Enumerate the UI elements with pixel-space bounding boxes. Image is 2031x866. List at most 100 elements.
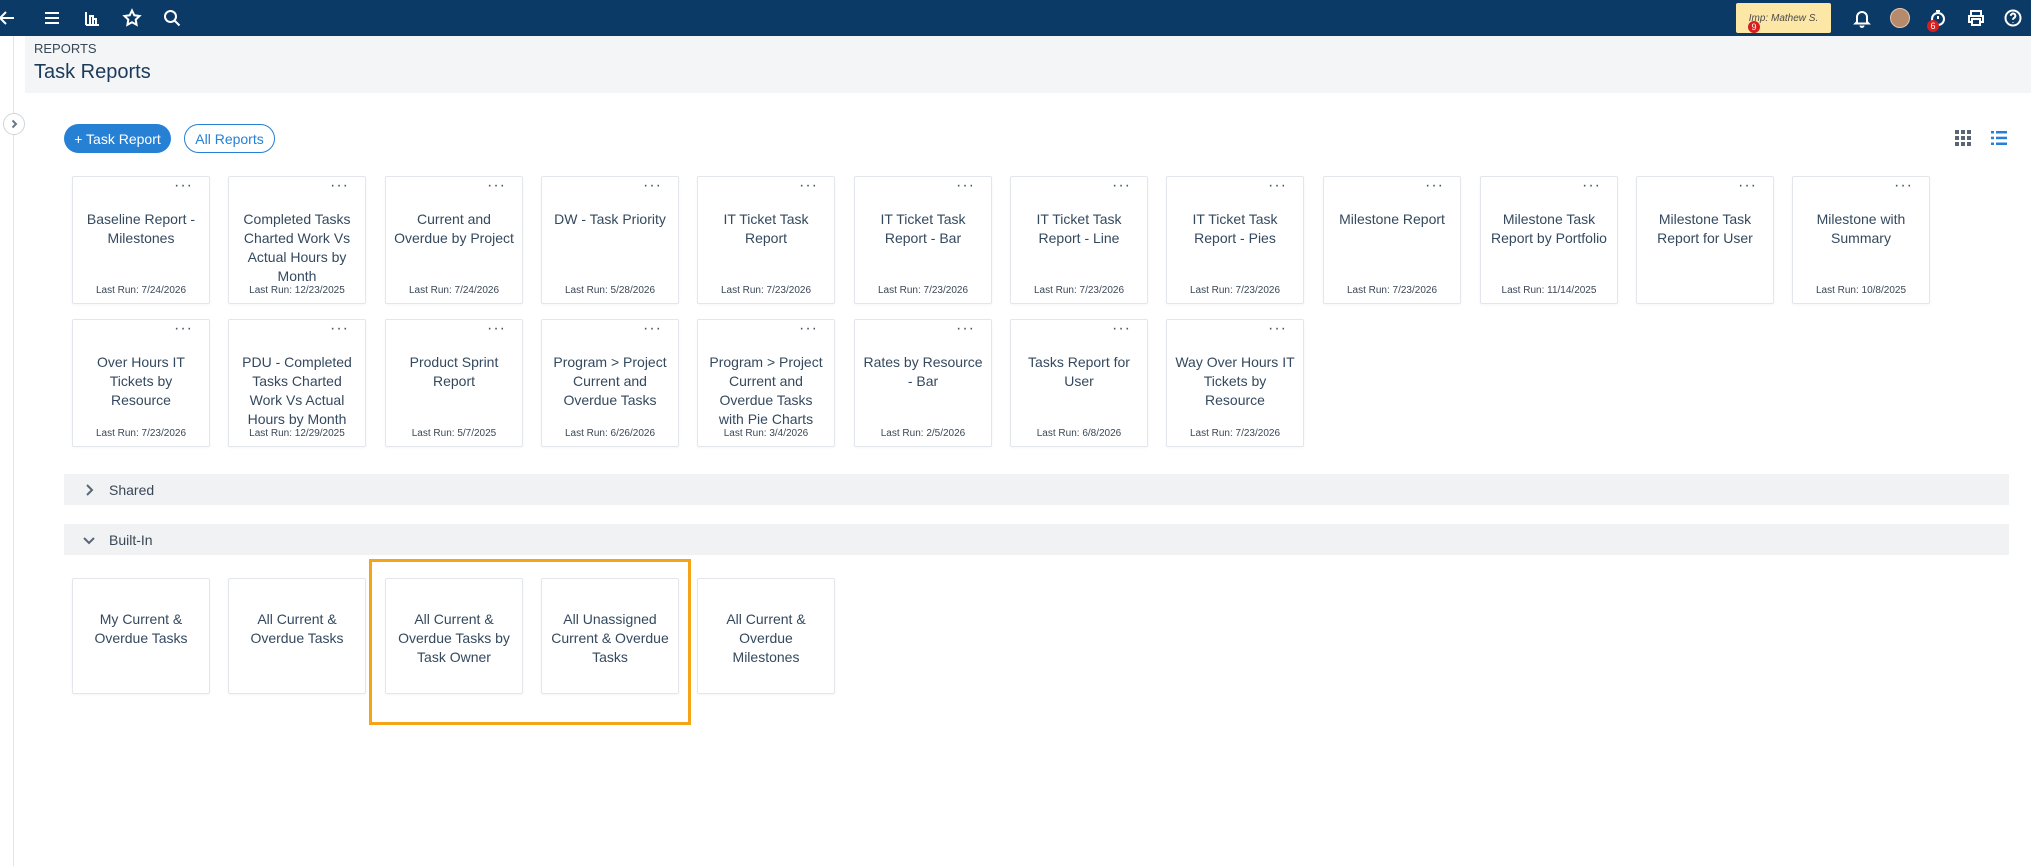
report-card[interactable]: ··· Baseline Report - Milestones Last Run:… xyxy=(72,176,210,304)
report-last-run: Last Run: 7/23/2026 xyxy=(1033,285,1125,296)
help-question-icon[interactable] xyxy=(1995,0,2031,36)
search-icon[interactable] xyxy=(152,0,192,36)
report-card[interactable]: ··· PDU - Completed Tasks Charted Work Vs… xyxy=(228,319,366,447)
report-card[interactable]: ··· DW - Task Priority Last Run: 5/28/2026 xyxy=(541,176,679,304)
add-task-report-button[interactable]: + Task Report xyxy=(64,124,171,153)
report-last-run: Last Run: 3/4/2026 xyxy=(723,428,809,439)
builtin-report-card[interactable]: All Current & Overdue Tasks by Task Owne… xyxy=(385,578,523,694)
all-reports-button[interactable]: All Reports xyxy=(184,124,275,153)
notifications-bell-icon[interactable] xyxy=(1843,0,1881,36)
chevron-right-icon xyxy=(81,482,97,498)
card-more-options-icon[interactable]: ··· xyxy=(956,321,975,337)
card-more-options-icon[interactable]: ··· xyxy=(643,321,662,337)
builtin-report-title: All Unassigned Current & Overdue Tasks xyxy=(551,611,669,665)
card-more-options-icon[interactable]: ··· xyxy=(1894,178,1913,194)
impersonation-badge: 9 xyxy=(1748,21,1760,33)
report-card-title: Milestone Report xyxy=(1339,211,1445,227)
card-more-options-icon[interactable]: ··· xyxy=(799,321,818,337)
builtin-report-card[interactable]: All Current & Overdue Milestones xyxy=(697,578,835,694)
report-card[interactable]: ··· Product Sprint Report Last Run: 5/7/20… xyxy=(385,319,523,447)
report-card-title: IT Ticket Task Report - Line xyxy=(1036,211,1122,246)
report-card[interactable]: ··· IT Ticket Task Report - Bar Last Run: … xyxy=(854,176,992,304)
list-view-icon[interactable] xyxy=(1989,128,2009,148)
report-card-title: Program > Project Current and Overdue Ta… xyxy=(709,354,823,427)
report-card[interactable]: ··· Way Over Hours IT Tickets by Resource… xyxy=(1166,319,1304,447)
report-last-run: Last Run: 5/7/2025 xyxy=(411,428,497,439)
report-card-title: Over Hours IT Tickets by Resource xyxy=(97,354,185,408)
report-card-title: Way Over Hours IT Tickets by Resource xyxy=(1175,354,1295,408)
page-header: REPORTS Task Reports xyxy=(25,36,2031,93)
shared-section-header[interactable]: Shared xyxy=(64,474,2009,505)
breadcrumb[interactable]: REPORTS xyxy=(34,41,97,56)
report-card-title: Rates by Resource - Bar xyxy=(863,354,983,389)
report-card-title: IT Ticket Task Report xyxy=(723,211,809,246)
card-more-options-icon[interactable]: ··· xyxy=(330,178,349,194)
report-last-run: Last Run: 11/14/2025 xyxy=(1501,285,1597,296)
report-card[interactable]: ··· Tasks Report for User Last Run: 6/8/20… xyxy=(1010,319,1148,447)
report-card[interactable]: ··· Over Hours IT Tickets by Resource Last… xyxy=(72,319,210,447)
print-icon[interactable] xyxy=(1957,0,1995,36)
report-card[interactable]: ··· Current and Overdue by Project Last Ru… xyxy=(385,176,523,304)
builtin-report-card[interactable]: My Current & Overdue Tasks xyxy=(72,578,210,694)
user-avatar[interactable] xyxy=(1881,0,1919,36)
page-title: Task Reports xyxy=(34,61,151,83)
report-card-title: IT Ticket Task Report - Bar xyxy=(880,211,966,246)
report-card-title: IT Ticket Task Report - Pies xyxy=(1192,211,1278,246)
builtin-section-header[interactable]: Built-In xyxy=(64,524,2009,555)
report-last-run: Last Run: 2/5/2026 xyxy=(880,428,966,439)
card-more-options-icon[interactable]: ··· xyxy=(487,178,506,194)
report-last-run: Last Run: 5/28/2026 xyxy=(564,285,656,296)
builtin-report-title: My Current & Overdue Tasks xyxy=(94,611,188,646)
report-card[interactable]: ··· Milestone Task Report by Portfolio Las… xyxy=(1480,176,1618,304)
card-more-options-icon[interactable]: ··· xyxy=(1268,321,1287,337)
card-more-options-icon[interactable]: ··· xyxy=(799,178,818,194)
builtin-report-title: All Current & Overdue Tasks xyxy=(250,611,344,646)
report-card[interactable]: ··· IT Ticket Task Report - Line Last Run:… xyxy=(1010,176,1148,304)
hamburger-menu-icon[interactable] xyxy=(32,0,72,36)
card-more-options-icon[interactable]: ··· xyxy=(1112,178,1131,194)
card-more-options-icon[interactable]: ··· xyxy=(1582,178,1601,194)
impersonation-banner[interactable]: 9 Imp: Mathew S. xyxy=(1736,3,1831,33)
report-card[interactable]: ··· IT Ticket Task Report - Pies Last Run:… xyxy=(1166,176,1304,304)
report-card[interactable]: ··· Milestone Task Report for User xyxy=(1636,176,1774,304)
card-more-options-icon[interactable]: ··· xyxy=(1738,178,1757,194)
card-more-options-icon[interactable]: ··· xyxy=(1425,178,1444,194)
report-card[interactable]: ··· Rates by Resource - Bar Last Run: 2/5/… xyxy=(854,319,992,447)
report-card[interactable]: ··· Program > Project Current and Overdue… xyxy=(541,319,679,447)
grid-view-icon[interactable] xyxy=(1953,128,1973,148)
report-card-title: Milestone with Summary xyxy=(1816,211,1906,246)
report-card[interactable]: ··· Milestone Report Last Run: 7/23/2026 xyxy=(1323,176,1461,304)
report-card-title: Completed Tasks Charted Work Vs Actual H… xyxy=(243,211,351,284)
report-card-title: DW - Task Priority xyxy=(554,211,666,227)
report-card[interactable]: ··· IT Ticket Task Report Last Run: 7/23/2… xyxy=(697,176,835,304)
card-more-options-icon[interactable]: ··· xyxy=(174,321,193,337)
report-card[interactable]: ··· Completed Tasks Charted Work Vs Actua… xyxy=(228,176,366,304)
report-card[interactable]: ··· Milestone with Summary Last Run: 10/8/… xyxy=(1792,176,1930,304)
card-more-options-icon[interactable]: ··· xyxy=(956,178,975,194)
report-last-run: Last Run: 7/23/2026 xyxy=(720,285,812,296)
top-navigation-bar: 9 Imp: Mathew S. 6 xyxy=(0,0,2031,36)
back-arrow-icon[interactable] xyxy=(0,0,18,36)
report-last-run: Last Run: 6/8/2026 xyxy=(1036,428,1122,439)
favorites-star-icon[interactable] xyxy=(112,0,152,36)
report-last-run: Last Run: 7/24/2026 xyxy=(408,285,500,296)
builtin-report-card[interactable]: All Current & Overdue Tasks xyxy=(228,578,366,694)
report-card-title: Milestone Task Report by Portfolio xyxy=(1491,211,1607,246)
reports-chart-icon[interactable] xyxy=(72,0,112,36)
card-more-options-icon[interactable]: ··· xyxy=(1112,321,1131,337)
report-last-run: Last Run: 7/23/2026 xyxy=(1189,428,1281,439)
card-more-options-icon[interactable]: ··· xyxy=(174,178,193,194)
card-more-options-icon[interactable]: ··· xyxy=(1268,178,1287,194)
expand-sidebar-toggle[interactable] xyxy=(3,113,25,135)
report-card-title: Product Sprint Report xyxy=(409,354,499,389)
timer-stopwatch-icon[interactable]: 6 xyxy=(1919,0,1957,36)
report-card-title: Baseline Report - Milestones xyxy=(86,211,196,246)
card-more-options-icon[interactable]: ··· xyxy=(487,321,506,337)
card-more-options-icon[interactable]: ··· xyxy=(643,178,662,194)
report-card-title: Current and Overdue by Project xyxy=(394,211,514,246)
report-card-title: Tasks Report for User xyxy=(1028,354,1130,389)
shared-section-label: Shared xyxy=(109,481,155,498)
builtin-report-card[interactable]: All Unassigned Current & Overdue Tasks xyxy=(541,578,679,694)
report-card[interactable]: ··· Program > Project Current and Overdue… xyxy=(697,319,835,447)
card-more-options-icon[interactable]: ··· xyxy=(330,321,349,337)
